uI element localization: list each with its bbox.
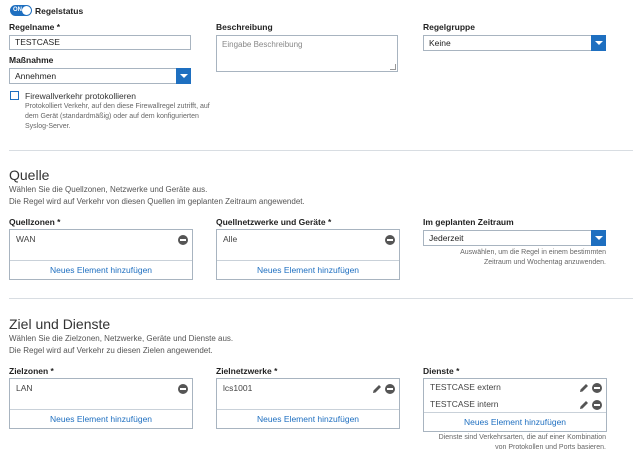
description-textarea[interactable]: Eingabe Beschreibung xyxy=(216,35,398,72)
toggle-on-text: ON xyxy=(13,7,22,13)
list-item-label: Alle xyxy=(223,234,238,244)
services-hint-line1: Dienste sind Verkehrsarten, die auf eine… xyxy=(438,434,606,441)
pencil-icon[interactable] xyxy=(579,383,589,393)
source-desc-line2: Die Regel wird auf Verkehr von diesen Qu… xyxy=(9,197,305,206)
destination-description: Wählen Sie die Zielzonen, Netzwerke, Ger… xyxy=(9,333,233,357)
chevron-down-icon[interactable] xyxy=(591,35,606,51)
source-description: Wählen Sie die Quellzonen, Netzwerke und… xyxy=(9,184,305,208)
resize-grip-icon[interactable] xyxy=(390,64,396,70)
add-element-button[interactable]: Neues Element hinzufügen xyxy=(217,409,399,428)
rule-group-select[interactable]: Keine xyxy=(423,35,606,51)
list-item-label: TESTCASE intern xyxy=(430,399,499,409)
description-label: Beschreibung xyxy=(216,22,273,32)
destination-zones-list: LAN Neues Element hinzufügen xyxy=(9,378,193,429)
add-element-button[interactable]: Neues Element hinzufügen xyxy=(424,412,606,431)
list-item[interactable]: LAN xyxy=(10,380,192,398)
source-zones-label: Quellzonen * xyxy=(9,217,61,227)
rule-name-input[interactable]: TESTCASE xyxy=(9,35,191,50)
chevron-down-icon[interactable] xyxy=(176,68,191,84)
services-label: Dienste * xyxy=(423,366,460,376)
services-list: TESTCASE extern TESTCASE intern Neues El… xyxy=(423,378,607,432)
list-item-label: TESTCASE extern xyxy=(430,382,501,392)
remove-icon[interactable] xyxy=(385,384,395,394)
remove-icon[interactable] xyxy=(178,235,188,245)
logging-hint-line1: Protokolliert Verkehr, auf den diese Fir… xyxy=(25,103,210,110)
destination-networks-list: lcs1001 Neues Element hinzufügen xyxy=(216,378,400,429)
logging-hint: Protokolliert Verkehr, auf den diese Fir… xyxy=(25,102,225,132)
destination-section-title: Ziel und Dienste xyxy=(9,316,111,332)
action-label: Maßnahme xyxy=(9,55,54,65)
source-section-title: Quelle xyxy=(9,167,50,183)
schedule-hint-line2: Zeitraum und Wochentag anzuwenden. xyxy=(483,259,606,266)
destination-zones-label: Zielzonen * xyxy=(9,366,54,376)
list-item[interactable]: Alle xyxy=(217,231,399,249)
list-item-label: WAN xyxy=(16,234,36,244)
schedule-label: Im geplanten Zeitraum xyxy=(423,217,514,227)
destination-desc-line1: Wählen Sie die Zielzonen, Netzwerke, Ger… xyxy=(9,334,234,343)
list-item-label: lcs1001 xyxy=(223,383,253,393)
section-divider xyxy=(9,150,633,151)
logging-checkbox[interactable] xyxy=(10,91,19,100)
services-hint-line2: von Protokollen und Ports basieren. xyxy=(495,444,606,451)
add-element-button[interactable]: Neues Element hinzufügen xyxy=(217,260,399,279)
rule-status-toggle[interactable]: ON xyxy=(10,5,32,16)
logging-label: Firewallverkehr protokollieren xyxy=(25,91,137,101)
schedule-hint-line1: Auswählen, um die Regel in einem bestimm… xyxy=(460,249,606,256)
destination-desc-line2: Die Regel wird auf Verkehr zu diesen Zie… xyxy=(9,346,213,355)
list-item[interactable]: WAN xyxy=(10,231,192,249)
source-desc-line1: Wählen Sie die Quellzonen, Netzwerke und… xyxy=(9,185,208,194)
remove-icon[interactable] xyxy=(385,235,395,245)
section-divider xyxy=(9,298,633,299)
rule-name-label: Regelname * xyxy=(9,22,61,32)
schedule-select[interactable]: Jederzeit xyxy=(423,230,606,246)
rule-group-value: Keine xyxy=(429,38,451,48)
remove-icon[interactable] xyxy=(592,400,602,410)
action-select[interactable]: Annehmen xyxy=(9,68,191,84)
chevron-down-icon[interactable] xyxy=(591,230,606,246)
action-value: Annehmen xyxy=(15,71,57,81)
logging-hint-line2: dem Gerät (standardmäßig) oder auf dem k… xyxy=(25,113,199,120)
source-zones-list: WAN Neues Element hinzufügen xyxy=(9,229,193,280)
schedule-hint: Auswählen, um die Regel in einem bestimm… xyxy=(423,248,606,268)
destination-networks-label: Zielnetzwerke * xyxy=(216,366,278,376)
rule-group-label: Regelgruppe xyxy=(423,22,475,32)
pencil-icon[interactable] xyxy=(579,400,589,410)
pencil-icon[interactable] xyxy=(372,384,382,394)
list-item-label: LAN xyxy=(16,383,33,393)
remove-icon[interactable] xyxy=(178,384,188,394)
rule-status-label: Regelstatus xyxy=(35,6,84,16)
source-networks-label: Quellnetzwerke und Geräte * xyxy=(216,217,332,227)
toggle-knob xyxy=(22,6,31,15)
services-hint: Dienste sind Verkehrsarten, die auf eine… xyxy=(423,433,606,453)
source-networks-list: Alle Neues Element hinzufügen xyxy=(216,229,400,280)
description-placeholder: Eingabe Beschreibung xyxy=(222,40,303,49)
logging-hint-line3: Syslog-Server. xyxy=(25,123,71,130)
add-element-button[interactable]: Neues Element hinzufügen xyxy=(10,409,192,428)
add-element-button[interactable]: Neues Element hinzufügen xyxy=(10,260,192,279)
list-item[interactable]: TESTCASE extern xyxy=(424,379,606,397)
remove-icon[interactable] xyxy=(592,383,602,393)
schedule-value: Jederzeit xyxy=(429,233,464,243)
list-item[interactable]: lcs1001 xyxy=(217,380,399,398)
